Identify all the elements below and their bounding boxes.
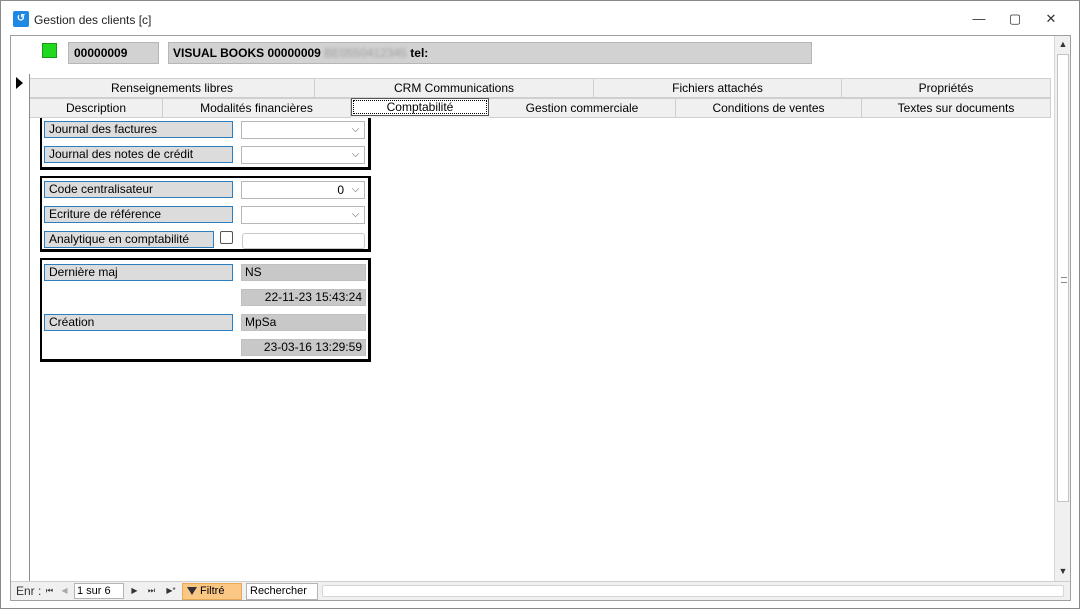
analytique-label: Analytique en comptabilité <box>44 231 214 248</box>
audit-group: Dernière maj NS 22-11-23 15:43:24 Créati… <box>40 258 371 362</box>
comptabilite-tab-content: Journal des factures ⌵ Journal des notes… <box>30 118 1051 581</box>
record-selector[interactable] <box>11 74 30 581</box>
creation-user: MpSa <box>241 314 366 331</box>
scroll-up-icon[interactable]: ▲ <box>1055 36 1071 52</box>
tab-textes-sur-documents[interactable]: Textes sur documents <box>862 98 1051 118</box>
minimize-button[interactable]: — <box>961 7 997 31</box>
client-name-field: VISUAL BOOKS 00000009 BE0550412345 tel: <box>168 42 812 64</box>
ecriture-reference-combo[interactable]: ⌵ <box>241 206 365 224</box>
new-record-icon[interactable]: ▶* <box>162 584 180 598</box>
chevron-down-icon[interactable]: ⌵ <box>347 207 364 223</box>
client-name-text: VISUAL BOOKS 00000009 <box>173 46 321 60</box>
app-icon: ↺ <box>13 11 29 27</box>
tab-conditions-de-ventes[interactable]: Conditions de ventes <box>676 98 862 118</box>
journal-factures-combo[interactable]: ⌵ <box>241 121 365 139</box>
chevron-down-icon[interactable]: ⌵ <box>347 122 364 138</box>
code-centralisateur-label: Code centralisateur <box>44 181 233 198</box>
tab-crm-communications[interactable]: CRM Communications <box>315 78 594 98</box>
tab-gestion-commerciale[interactable]: Gestion commerciale <box>489 98 676 118</box>
creation-label: Création <box>44 314 233 331</box>
analytique-field[interactable] <box>242 233 365 249</box>
client-tel-label: tel: <box>410 46 429 60</box>
tab-row-2: Description Modalités financières Compta… <box>30 98 1051 118</box>
client-header: 00000009 VISUAL BOOKS 00000009 BE0550412… <box>11 36 1054 74</box>
analytique-checkbox[interactable] <box>220 231 233 244</box>
filter-label: Filtré <box>200 585 225 597</box>
maximize-button[interactable]: ▢ <box>997 7 1033 31</box>
derniere-maj-user: NS <box>241 264 366 281</box>
form-area: 00000009 VISUAL BOOKS 00000009 BE0550412… <box>10 35 1071 601</box>
chevron-down-icon[interactable]: ⌵ <box>347 182 364 198</box>
client-management-window: ↺ Gestion des clients [c] — ▢ ✕ 00000009… <box>0 0 1080 609</box>
current-record-arrow-icon <box>16 77 23 89</box>
journal-notes-credit-combo[interactable]: ⌵ <box>241 146 365 164</box>
close-button[interactable]: ✕ <box>1033 7 1069 31</box>
window-title: Gestion des clients [c] <box>34 13 152 27</box>
client-code-field: 00000009 <box>68 42 159 64</box>
current-record-input[interactable]: 1 sur 6 <box>74 583 124 599</box>
grip-icon <box>1061 277 1067 283</box>
tab-proprietes[interactable]: Propriétés <box>842 78 1051 98</box>
vertical-scrollbar[interactable]: ▲ ▼ <box>1054 36 1070 581</box>
journal-factures-label: Journal des factures <box>44 121 233 138</box>
previous-record-icon[interactable]: ◀ <box>58 584 71 598</box>
status-indicator <box>42 43 57 58</box>
tab-renseignements-libres[interactable]: Renseignements libres <box>30 78 315 98</box>
record-navigation-bar: Enr : ⏮ ◀ 1 sur 6 ▶ ⏭ ▶* Filtré Recherch… <box>11 581 1070 600</box>
journals-group: Journal des factures ⌵ Journal des notes… <box>40 118 371 170</box>
tab-modalites-financieres[interactable]: Modalités financières <box>163 98 351 118</box>
client-phone-blurred: BE0550412345 <box>324 46 407 60</box>
last-record-icon[interactable]: ⏭ <box>145 584 158 598</box>
tab-comptabilite[interactable]: Comptabilité <box>351 98 489 116</box>
centralisation-group: Code centralisateur 0 ⌵ Ecriture de réfé… <box>40 176 371 252</box>
tab-fichiers-attaches[interactable]: Fichiers attachés <box>594 78 842 98</box>
tab-description[interactable]: Description <box>30 98 163 118</box>
horizontal-scrollbar[interactable] <box>322 585 1064 597</box>
derniere-maj-date: 22-11-23 15:43:24 <box>241 289 366 306</box>
record-label: Enr : <box>16 584 42 598</box>
tab-row-1: Renseignements libres CRM Communications… <box>30 78 1051 98</box>
derniere-maj-label: Dernière maj <box>44 264 233 281</box>
code-centralisateur-combo[interactable]: 0 ⌵ <box>241 181 365 199</box>
next-record-icon[interactable]: ▶ <box>128 584 141 598</box>
creation-date: 23-03-16 13:29:59 <box>241 339 366 356</box>
ecriture-reference-label: Ecriture de référence <box>44 206 233 223</box>
search-input[interactable]: Rechercher <box>246 583 318 600</box>
filter-icon <box>187 587 197 596</box>
first-record-icon[interactable]: ⏮ <box>43 584 56 598</box>
title-bar: ↺ Gestion des clients [c] — ▢ ✕ <box>1 1 1079 35</box>
journal-notes-credit-label: Journal des notes de crédit <box>44 146 233 163</box>
filter-toggle-button[interactable]: Filtré <box>182 583 242 600</box>
scroll-down-icon[interactable]: ▼ <box>1055 563 1071 579</box>
code-centralisateur-value: 0 <box>337 183 344 197</box>
scroll-thumb[interactable] <box>1057 54 1069 502</box>
chevron-down-icon[interactable]: ⌵ <box>347 147 364 163</box>
